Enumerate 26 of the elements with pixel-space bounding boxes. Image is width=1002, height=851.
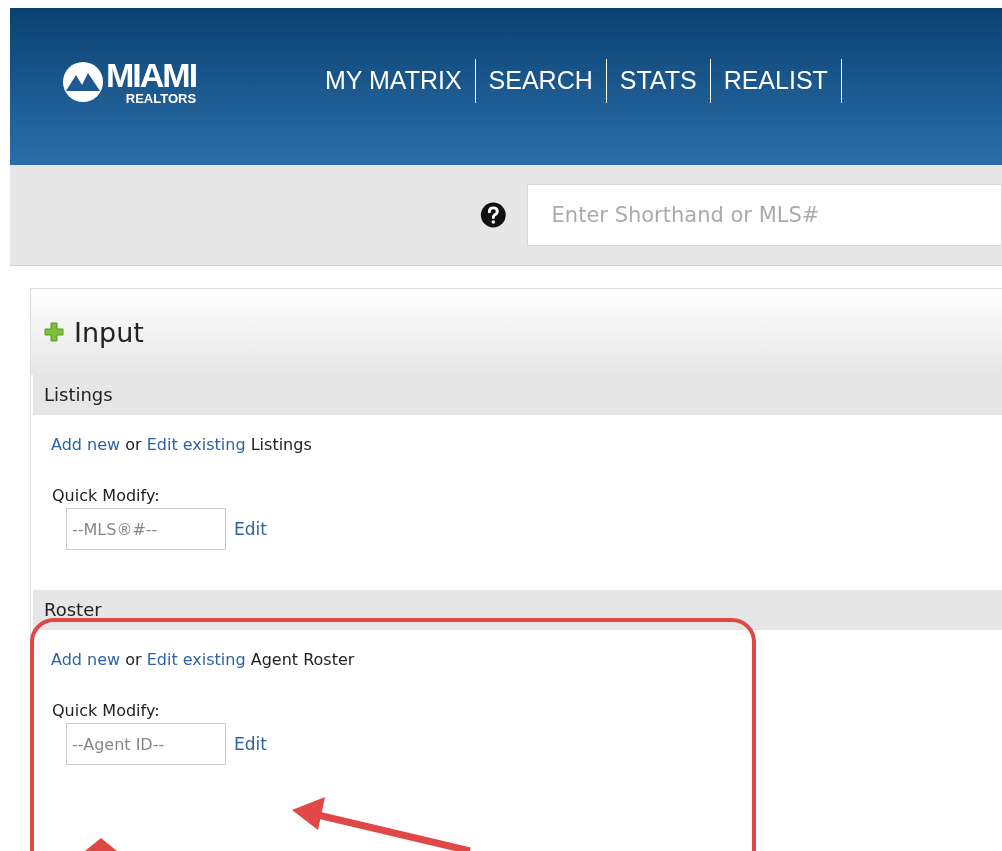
help-icon[interactable] [480, 200, 507, 230]
quick-modify-label: Quick Modify: [52, 486, 161, 505]
section-header: Roster [33, 590, 1002, 630]
plus-icon [44, 322, 64, 342]
quick-modify-field[interactable]: --Agent ID-- [66, 723, 226, 765]
edit-existing-link[interactable]: Edit existing [146, 435, 246, 454]
quick-modify-field[interactable]: --MLS®#-- [66, 508, 226, 550]
edit-existing-link[interactable]: Edit existing [146, 650, 246, 669]
add-new-link[interactable]: Add new [51, 650, 121, 669]
edit-link[interactable]: Edit [234, 734, 267, 754]
nav-link[interactable]: STATS [606, 66, 710, 95]
section-description: Add new or Edit existing Listings [51, 435, 313, 454]
edit-link[interactable]: Edit [234, 519, 267, 539]
logo-subtitle: REALTORS [125, 91, 197, 106]
section-description: Add new or Edit existing Agent Roster [51, 650, 356, 669]
search-field[interactable]: Enter Shorthand or MLS# [526, 184, 1002, 246]
section-header: Listings [33, 375, 1002, 415]
quick-modify-label: Quick Modify: [52, 701, 161, 720]
annotation-arrow [85, 838, 117, 851]
nav-link[interactable]: REALIST [710, 66, 841, 95]
panel-title: Input [74, 316, 144, 348]
add-new-link[interactable]: Add new [51, 435, 121, 454]
nav-link[interactable]: SEARCH [475, 66, 606, 95]
logo-icon [62, 60, 104, 103]
logo-title: MIAMI [106, 57, 197, 92]
nav-link[interactable]: MY MATRIX [312, 66, 475, 95]
